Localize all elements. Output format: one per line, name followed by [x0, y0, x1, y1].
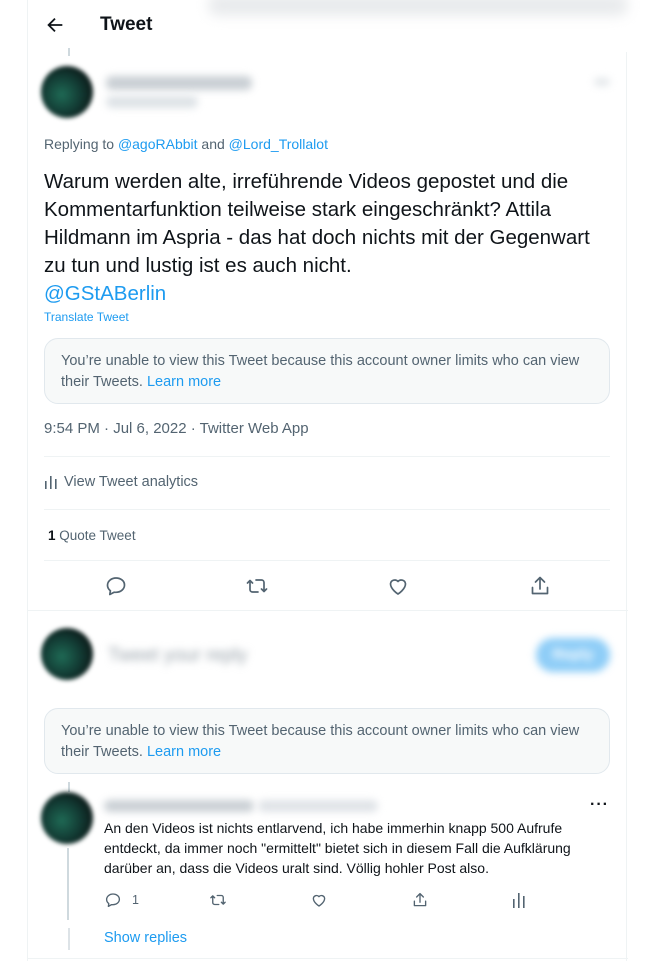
divider — [28, 958, 628, 959]
reply-button-blurred[interactable]: Reply — [536, 638, 610, 672]
tweet-text: Warum werden alte, irreführende Videos g… — [44, 168, 614, 308]
reply-author-handle-blurred[interactable] — [258, 800, 378, 812]
learn-more-link[interactable]: Learn more — [147, 374, 221, 390]
like-icon — [312, 894, 326, 907]
author-name-blurred[interactable] — [106, 76, 252, 90]
reply-analytics-button[interactable] — [512, 890, 526, 910]
reply-mention-2[interactable]: @Lord_Trollalot — [229, 136, 328, 152]
page-title: Tweet — [100, 14, 153, 35]
tweet-timestamp[interactable]: 9:54 PM · Jul 6, 2022 · Twitter Web App — [44, 420, 309, 437]
divider — [28, 610, 628, 611]
notice-text: You’re unable to view this Tweet because… — [61, 353, 580, 390]
restricted-notice: You’re unable to view this Tweet because… — [44, 338, 610, 404]
reply-actions: 1 — [104, 890, 534, 912]
reply-share-button[interactable] — [411, 890, 429, 910]
reply-author-name-blurred[interactable] — [104, 800, 254, 812]
back-arrow-icon[interactable] — [44, 14, 66, 36]
learn-more-link-2[interactable]: Learn more — [147, 744, 221, 760]
retweet-icon — [210, 894, 226, 906]
analytics-label: View Tweet analytics — [64, 474, 199, 490]
replying-and: and — [197, 136, 229, 152]
divider — [44, 509, 610, 510]
divider — [44, 560, 610, 561]
author-handle-blurred[interactable] — [106, 96, 198, 108]
reply-icon[interactable] — [104, 574, 128, 598]
more-options-icon[interactable] — [594, 78, 610, 86]
reply-retweet-button[interactable] — [209, 890, 227, 910]
analytics-icon — [45, 476, 57, 489]
reply-icon — [105, 893, 121, 908]
reply-like-button[interactable] — [310, 890, 328, 910]
thread-line — [68, 48, 70, 56]
view-analytics-button[interactable]: View Tweet analytics — [44, 474, 198, 490]
reply-more-options-icon[interactable]: ··· — [590, 796, 609, 814]
reply-count: 1 — [132, 893, 139, 907]
reply-text: An den Videos ist nichts entlarvend, ich… — [104, 820, 571, 876]
blurred-header-area — [208, 0, 628, 16]
analytics-icon — [513, 893, 525, 908]
reply-input-blurred[interactable]: Tweet your reply — [108, 645, 247, 667]
quote-label: Quote Tweet — [55, 528, 136, 543]
thread-line-dotted — [68, 928, 70, 950]
main-column: Tweet Replying to @agoRAbbit and @Lord_T… — [27, 0, 628, 961]
like-icon[interactable] — [386, 574, 410, 598]
reply-mention-1[interactable]: @agoRAbbit — [118, 136, 198, 152]
replying-to: Replying to @agoRAbbit and @Lord_Trollal… — [44, 136, 328, 152]
reply-composer: Tweet your reply Reply — [28, 612, 628, 696]
tweet-actions — [28, 572, 628, 602]
show-replies-link[interactable]: Show replies — [104, 930, 187, 946]
author-avatar[interactable] — [41, 66, 93, 118]
restricted-notice-2: You’re unable to view this Tweet because… — [44, 708, 610, 774]
share-icon — [413, 892, 427, 907]
replying-prefix: Replying to — [44, 136, 118, 152]
quote-tweet-count[interactable]: 1 Quote Tweet — [48, 528, 136, 543]
quote-count: 1 — [48, 528, 56, 543]
share-icon[interactable] — [528, 574, 552, 598]
thread-line — [67, 848, 69, 920]
tweet-body: Warum werden alte, irreführende Videos g… — [44, 170, 590, 277]
thread-line — [68, 782, 70, 792]
composer-avatar — [41, 628, 93, 680]
reply-author-avatar[interactable] — [41, 792, 93, 844]
translate-tweet-link[interactable]: Translate Tweet — [44, 310, 129, 324]
retweet-icon[interactable] — [245, 574, 269, 598]
notice-text-2: You’re unable to view this Tweet because… — [61, 723, 580, 760]
tweet-mention-link[interactable]: @GStABerlin — [44, 280, 614, 308]
divider — [44, 456, 610, 457]
page-header: Tweet — [28, 0, 628, 52]
reply-reply-button[interactable]: 1 — [104, 890, 139, 910]
